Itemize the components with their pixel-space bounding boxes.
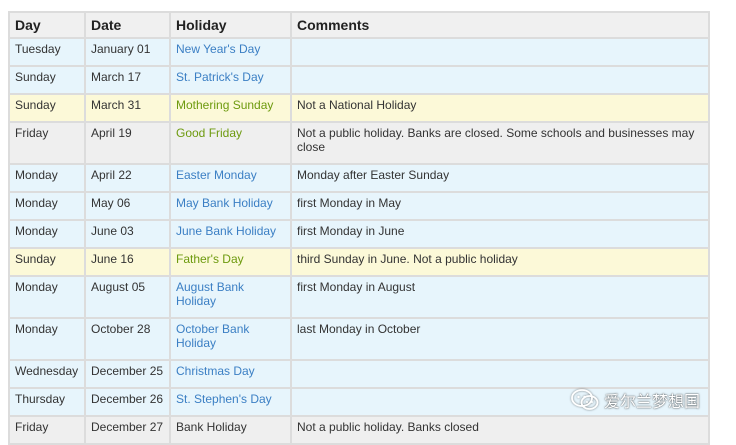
cell-day: Sunday xyxy=(8,93,86,123)
table-row: Monday October 28 October Bank Holiday l… xyxy=(8,317,710,361)
holiday-table: Day Date Holiday Comments Tuesday Januar… xyxy=(8,11,710,445)
cell-holiday-link[interactable]: New Year's Day xyxy=(169,37,292,67)
cell-date: April 22 xyxy=(84,163,171,193)
cell-comments xyxy=(290,37,710,67)
cell-date: June 16 xyxy=(84,247,171,277)
cell-day: Friday xyxy=(8,415,86,445)
cell-date: May 06 xyxy=(84,191,171,221)
cell-holiday-link[interactable]: Good Friday xyxy=(169,121,292,165)
watermark: 爱尔兰梦想国 xyxy=(571,388,700,412)
cell-holiday-link[interactable]: St. Stephen's Day xyxy=(169,387,292,417)
cell-comments: first Monday in May xyxy=(290,191,710,221)
table-row: Sunday March 17 St. Patrick's Day xyxy=(8,65,710,95)
cell-day: Wednesday xyxy=(8,359,86,389)
cell-day: Monday xyxy=(8,219,86,249)
cell-date: December 27 xyxy=(84,415,171,445)
cell-comments: Not a public holiday. Banks are closed. … xyxy=(290,121,710,165)
cell-day: Monday xyxy=(8,191,86,221)
table-row: Friday April 19 Good Friday Not a public… xyxy=(8,121,710,165)
cell-comments xyxy=(290,359,710,389)
cell-day: Monday xyxy=(8,163,86,193)
cell-holiday-link[interactable]: St. Patrick's Day xyxy=(169,65,292,95)
cell-holiday-link[interactable]: August Bank Holiday xyxy=(169,275,292,319)
table-row: Sunday June 16 Father's Day third Sunday… xyxy=(8,247,710,277)
cell-day: Sunday xyxy=(8,65,86,95)
cell-holiday-link[interactable]: Christmas Day xyxy=(169,359,292,389)
cell-day: Sunday xyxy=(8,247,86,277)
cell-day: Tuesday xyxy=(8,37,86,67)
cell-day: Monday xyxy=(8,317,86,361)
cell-date: January 01 xyxy=(84,37,171,67)
cell-comments: first Monday in June xyxy=(290,219,710,249)
cell-holiday-link[interactable]: Father's Day xyxy=(169,247,292,277)
table-row: Monday June 03 June Bank Holiday first M… xyxy=(8,219,710,249)
cell-holiday-link[interactable]: May Bank Holiday xyxy=(169,191,292,221)
cell-comments: Not a National Holiday xyxy=(290,93,710,123)
watermark-text: 爱尔兰梦想国 xyxy=(604,392,701,411)
cell-date: March 31 xyxy=(84,93,171,123)
cell-comments: third Sunday in June. Not a public holid… xyxy=(290,247,710,277)
cell-date: March 17 xyxy=(84,65,171,95)
table-row: Wednesday December 25 Christmas Day xyxy=(8,359,710,389)
cell-comments: Not a public holiday. Banks closed xyxy=(290,415,710,445)
cell-day: Friday xyxy=(8,121,86,165)
table-row: Sunday March 31 Mothering Sunday Not a N… xyxy=(8,93,710,123)
cell-day: Monday xyxy=(8,275,86,319)
table-row: Tuesday January 01 New Year's Day xyxy=(8,37,710,67)
cell-comments: last Monday in October xyxy=(290,317,710,361)
cell-holiday-link[interactable]: Mothering Sunday xyxy=(169,93,292,123)
cell-holiday-link[interactable]: Easter Monday xyxy=(169,163,292,193)
cell-date: December 25 xyxy=(84,359,171,389)
cell-date: August 05 xyxy=(84,275,171,319)
cell-holiday-link[interactable]: October Bank Holiday xyxy=(169,317,292,361)
table-row: Monday May 06 May Bank Holiday first Mon… xyxy=(8,191,710,221)
cell-comments: Monday after Easter Sunday xyxy=(290,163,710,193)
wechat-icon xyxy=(571,389,599,410)
cell-date: October 28 xyxy=(84,317,171,361)
cell-holiday-name: Bank Holiday xyxy=(169,415,292,445)
table-row: Monday April 22 Easter Monday Monday aft… xyxy=(8,163,710,193)
header-holiday: Holiday xyxy=(169,11,292,39)
table-row: Friday December 27 Bank Holiday Not a pu… xyxy=(8,415,710,445)
cell-comments: first Monday in August xyxy=(290,275,710,319)
table-row: Monday August 05 August Bank Holiday fir… xyxy=(8,275,710,319)
cell-date: April 19 xyxy=(84,121,171,165)
header-row: Day Date Holiday Comments xyxy=(8,11,710,39)
header-day: Day xyxy=(8,11,86,39)
cell-holiday-link[interactable]: June Bank Holiday xyxy=(169,219,292,249)
header-comments: Comments xyxy=(290,11,710,39)
cell-date: December 26 xyxy=(84,387,171,417)
cell-day: Thursday xyxy=(8,387,86,417)
cell-date: June 03 xyxy=(84,219,171,249)
cell-comments xyxy=(290,65,710,95)
header-date: Date xyxy=(84,11,171,39)
